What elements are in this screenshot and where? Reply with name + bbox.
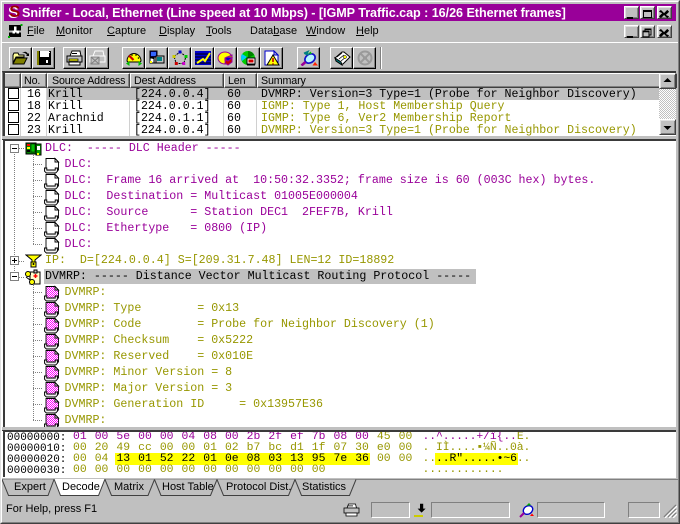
svg-text:S: S <box>9 4 20 21</box>
